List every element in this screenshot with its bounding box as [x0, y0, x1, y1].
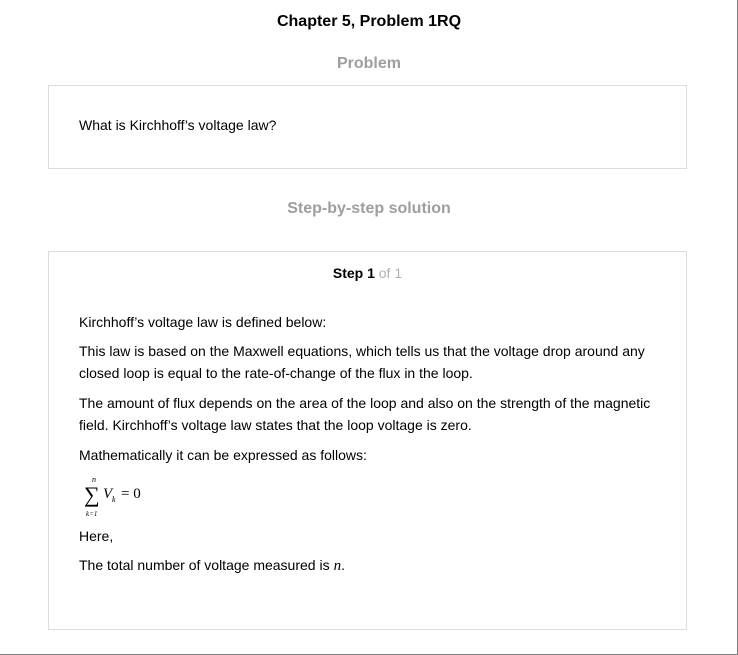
variable-n: n — [333, 558, 342, 574]
problem-text: What is Kirchhoff’s voltage law? — [79, 117, 277, 133]
solution-paragraph-maxwell: This law is based on the Maxwell equatio… — [79, 343, 645, 381]
step-label: Step 1 — [332, 265, 375, 281]
step-total: of 1 — [378, 265, 403, 281]
solution-paragraph-total: The total number of voltage measured is n… — [79, 554, 664, 577]
variable-n-period: . — [341, 557, 345, 573]
formula-rhs: = 0 — [121, 486, 141, 502]
solution-paragraph-definition: Kirchhoff’s voltage law is defined below… — [79, 314, 327, 330]
formula-sigma: ∑ — [84, 482, 100, 507]
formula-lower-limit: k=1 — [86, 510, 97, 518]
solution-heading: Step-by-step solution — [287, 200, 451, 217]
chapter-title: Chapter 5, Problem 1RQ — [276, 13, 462, 30]
solution-box: Step 1 of 1 Kirchhoff’s voltage law is d… — [48, 251, 687, 630]
formula-subscript: k — [112, 495, 116, 504]
problem-box: What is Kirchhoff’s voltage law? — [48, 85, 687, 169]
solution-total-text: The total number of voltage measured is — [79, 557, 330, 573]
solution-paragraph-here: Here, — [79, 528, 114, 544]
kvl-formula: n ∑ k=1 V k = 0 — [84, 475, 141, 518]
solution-paragraph-math-intro: Mathematically it can be expressed as fo… — [79, 447, 367, 463]
solution-paragraph-flux: The amount of flux depends on the area o… — [79, 395, 651, 433]
problem-heading: Problem — [336, 55, 401, 72]
step-header: Step 1 of 1 — [49, 264, 686, 282]
